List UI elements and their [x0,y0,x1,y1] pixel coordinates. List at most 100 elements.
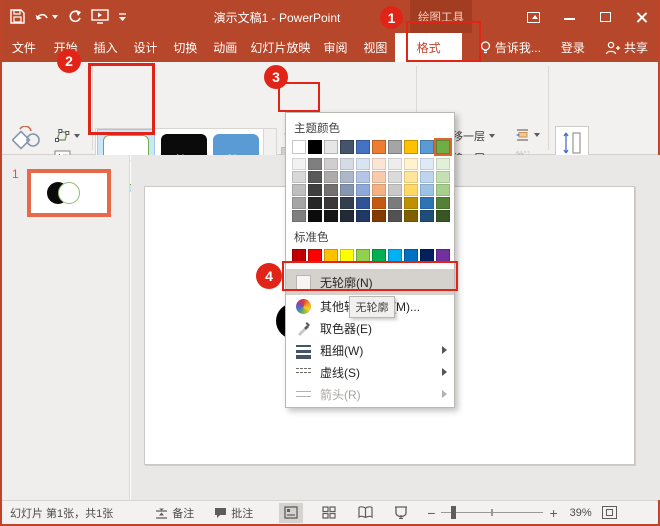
tab-slideshow[interactable]: 幻灯片放映 [245,33,315,62]
theme-variant-swatch[interactable] [388,197,402,209]
theme-variant-swatch[interactable] [436,158,450,170]
theme-variant-swatch[interactable] [308,197,322,209]
menu-item-dashes[interactable]: 虚线(S) [286,361,454,383]
theme-variant-swatch[interactable] [388,171,402,183]
theme-variant-swatch[interactable] [340,158,354,170]
theme-color-swatch[interactable] [292,140,306,154]
tab-file[interactable]: 文件 [2,33,46,62]
theme-variant-swatch[interactable] [404,184,418,196]
undo-button[interactable] [34,10,58,24]
redo-button[interactable] [67,9,82,24]
tab-view[interactable]: 视图 [355,33,395,62]
tab-animations[interactable]: 动画 [205,33,245,62]
theme-variant-swatch[interactable] [292,158,306,170]
theme-variant-swatch[interactable] [292,171,306,183]
theme-variant-swatch[interactable] [388,158,402,170]
ribbon-display-options-icon[interactable] [526,9,542,25]
theme-variant-swatch[interactable] [324,158,338,170]
normal-view-button[interactable] [279,503,303,523]
theme-color-swatch[interactable] [404,140,418,154]
theme-variant-swatch[interactable] [388,184,402,196]
zoom-out-button[interactable]: − [427,505,435,521]
zoom-percentage[interactable]: 39% [570,507,592,519]
tell-me-box[interactable]: 告诉我... [470,33,551,62]
zoom-in-button[interactable]: + [549,505,557,521]
sign-in-button[interactable]: 登录 [551,33,595,62]
edit-shape-button[interactable] [54,128,80,143]
theme-variant-swatch[interactable] [308,184,322,196]
theme-variant-swatch[interactable] [436,210,450,222]
theme-variant-swatch[interactable] [420,158,434,170]
theme-variant-swatch[interactable] [356,158,370,170]
theme-variant-swatch[interactable] [356,171,370,183]
zoom-slider[interactable] [441,512,543,514]
theme-variant-swatch[interactable] [404,197,418,209]
theme-variant-swatch[interactable] [292,210,306,222]
notes-button[interactable]: 备注 [155,505,194,521]
tab-review[interactable]: 审阅 [316,33,356,62]
tab-insert[interactable]: 插入 [86,33,126,62]
theme-variant-swatch[interactable] [420,184,434,196]
tab-transitions[interactable]: 切换 [165,33,205,62]
save-icon[interactable] [10,9,25,24]
theme-variant-swatch[interactable] [324,210,338,222]
theme-variant-swatch[interactable] [308,158,322,170]
menu-item-dropper[interactable]: 取色器(E) [286,317,454,339]
slide-sorter-view-button[interactable] [317,503,341,523]
theme-color-swatch[interactable] [436,140,450,154]
theme-color-swatch[interactable] [420,140,434,154]
maximize-icon[interactable] [598,9,614,25]
slide-thumbnail[interactable] [27,169,111,217]
fit-slide-to-window-icon[interactable] [602,506,617,519]
theme-variant-swatch[interactable] [340,171,354,183]
theme-color-swatch[interactable] [356,140,370,154]
theme-color-swatch[interactable] [324,140,338,154]
tab-design[interactable]: 设计 [126,33,166,62]
start-slideshow-icon[interactable] [91,9,109,24]
theme-variant-swatch[interactable] [292,184,306,196]
theme-variant-swatch[interactable] [420,197,434,209]
slideshow-view-button[interactable] [389,503,413,523]
theme-variant-swatch[interactable] [372,210,386,222]
comments-button[interactable]: 批注 [214,505,253,521]
theme-variant-swatch[interactable] [372,184,386,196]
theme-color-swatch[interactable] [388,140,402,154]
menu-item-weight[interactable]: 粗细(W) [286,339,454,361]
theme-variant-swatch[interactable] [308,171,322,183]
theme-variant-swatch[interactable] [324,197,338,209]
menu-item-arrows[interactable]: 箭头(R) [286,383,454,405]
minimize-icon[interactable] [562,9,578,25]
theme-variant-swatch[interactable] [324,184,338,196]
theme-variant-swatch[interactable] [436,197,450,209]
close-icon[interactable] [634,9,650,25]
theme-variant-swatch[interactable] [308,210,322,222]
undo-dropdown-icon[interactable] [52,15,58,19]
theme-variant-swatch[interactable] [292,197,306,209]
theme-variant-swatch[interactable] [420,171,434,183]
zoom-slider-handle[interactable] [451,506,456,519]
theme-color-swatch[interactable] [372,140,386,154]
theme-variant-swatch[interactable] [356,210,370,222]
theme-variant-swatch[interactable] [420,210,434,222]
theme-color-swatch[interactable] [340,140,354,154]
reading-view-button[interactable] [353,503,377,523]
theme-variant-swatch[interactable] [372,197,386,209]
theme-variant-swatch[interactable] [436,184,450,196]
theme-variant-swatch[interactable] [372,171,386,183]
theme-variant-swatch[interactable] [436,171,450,183]
customize-qat-icon[interactable] [118,11,127,23]
theme-variant-swatch[interactable] [324,171,338,183]
theme-variant-swatch[interactable] [340,184,354,196]
theme-variant-swatch[interactable] [404,210,418,222]
align-button[interactable] [515,128,540,142]
theme-variant-swatch[interactable] [356,184,370,196]
theme-variant-swatch[interactable] [388,210,402,222]
theme-variant-swatch[interactable] [340,210,354,222]
theme-variant-swatch[interactable] [404,171,418,183]
theme-variant-swatch[interactable] [356,197,370,209]
theme-variant-swatch[interactable] [372,158,386,170]
theme-variant-swatch[interactable] [340,197,354,209]
theme-color-swatch[interactable] [308,140,322,154]
share-button[interactable]: 共享 [595,33,658,62]
theme-variant-swatch[interactable] [404,158,418,170]
